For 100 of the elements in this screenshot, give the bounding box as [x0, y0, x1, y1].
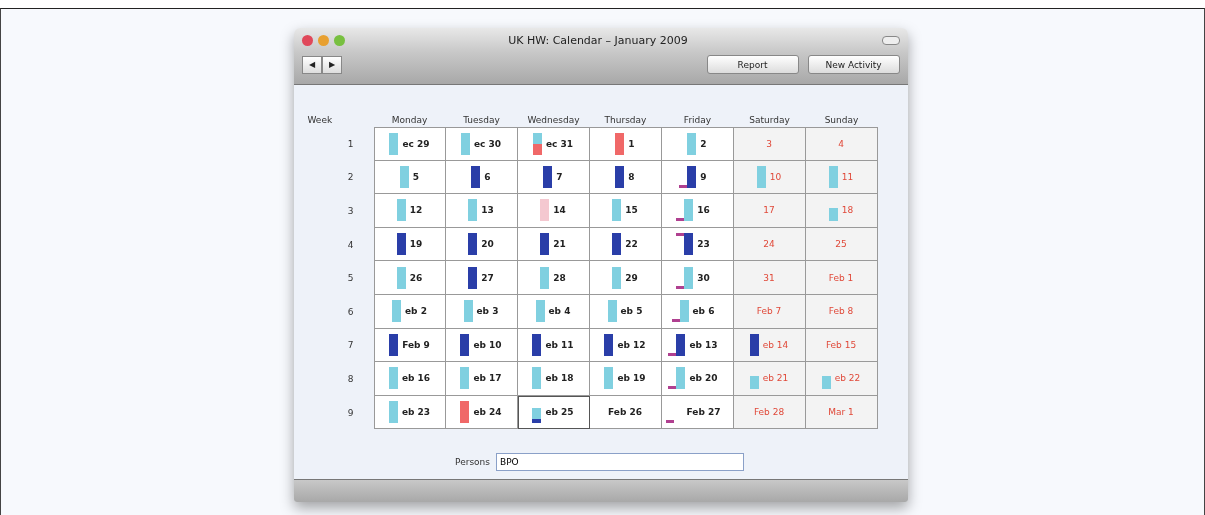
day-label: eb 16	[401, 373, 431, 384]
day-cell[interactable]: 30	[661, 261, 734, 295]
day-label: eb 13	[689, 339, 718, 350]
day-cell[interactable]: Mar 1	[805, 395, 878, 430]
activity-marker	[671, 319, 680, 323]
day-cell[interactable]: ec 31	[517, 127, 590, 161]
toolbar-toggle-button[interactable]	[881, 35, 900, 45]
day-cell[interactable]: Feb 15	[805, 328, 878, 363]
week-number: 3	[346, 205, 355, 218]
day-cell[interactable]: eb 4	[517, 294, 590, 329]
day-cell[interactable]: Feb 1	[805, 261, 878, 295]
day-cell[interactable]: eb 22	[805, 362, 878, 396]
day-cell[interactable]: 1	[589, 127, 662, 161]
day-label: 3	[766, 138, 772, 149]
report-button[interactable]: Report	[706, 55, 799, 74]
day-cell[interactable]: ec 30	[445, 127, 518, 161]
day-cell[interactable]: eb 25	[517, 395, 590, 430]
week-number: 4	[346, 238, 355, 252]
day-label: Mar 1	[828, 407, 854, 418]
day-cell[interactable]: Feb 28	[733, 395, 806, 430]
day-label: eb 22	[834, 373, 861, 384]
day-cell[interactable]: eb 19	[589, 362, 662, 396]
day-cell[interactable]: eb 16	[373, 362, 446, 396]
day-cell[interactable]: 25	[805, 227, 878, 262]
day-label: 27	[481, 272, 494, 283]
day-cell[interactable]: eb 21	[733, 362, 806, 396]
day-cell[interactable]: eb 2	[373, 294, 446, 329]
activity-marker	[676, 285, 685, 289]
day-cell[interactable]: 12	[373, 194, 446, 228]
day-cell[interactable]: 29	[589, 261, 662, 295]
activity-marker	[676, 233, 685, 237]
day-cell[interactable]: 8	[589, 160, 662, 195]
day-cell[interactable]: 22	[589, 227, 662, 262]
day-cell[interactable]: eb 3	[445, 294, 518, 329]
zoom-button[interactable]	[333, 34, 345, 46]
day-cell[interactable]: 7	[517, 160, 590, 195]
next-button[interactable]: ▶	[321, 55, 342, 74]
day-cell[interactable]: Feb 26	[589, 395, 662, 430]
day-cell[interactable]: eb 12	[589, 328, 662, 363]
day-cell[interactable]: eb 23	[373, 395, 446, 430]
day-cell[interactable]: 3	[733, 127, 806, 161]
day-cell[interactable]: eb 6	[661, 294, 734, 329]
day-cell[interactable]: 17	[733, 194, 806, 228]
day-cell[interactable]: Feb 27	[661, 395, 734, 430]
day-cell[interactable]: 4	[805, 127, 878, 161]
day-label: Feb 9	[402, 339, 430, 350]
week-number: 9	[346, 406, 355, 420]
window-title: UK HW: Calendar – January 2009	[507, 33, 689, 47]
new-activity-button[interactable]: New Activity	[807, 55, 900, 74]
day-cell[interactable]: 24	[733, 227, 806, 262]
day-label: 6	[484, 171, 491, 182]
minimize-button[interactable]	[317, 34, 329, 46]
day-label: eb 21	[762, 373, 789, 384]
day-cell[interactable]: 6	[445, 160, 518, 195]
day-cell[interactable]: eb 17	[445, 362, 518, 396]
day-label: eb 4	[548, 306, 571, 317]
day-cell[interactable]: 26	[373, 261, 446, 295]
day-cell[interactable]: eb 13	[661, 328, 734, 363]
day-cell[interactable]: 27	[445, 261, 518, 295]
column-header: Monday	[390, 115, 429, 127]
activity-marker	[679, 184, 688, 188]
day-cell[interactable]: 31	[733, 261, 806, 295]
day-cell[interactable]: Feb 9	[373, 328, 446, 363]
day-cell[interactable]: ec 29	[373, 127, 446, 161]
day-label: 12	[409, 205, 423, 216]
day-cell[interactable]: 18	[805, 194, 878, 228]
day-cell[interactable]: eb 24	[445, 395, 518, 430]
day-cell[interactable]: 10	[733, 160, 806, 195]
day-label: eb 25	[545, 407, 574, 418]
day-cell[interactable]: 28	[517, 261, 590, 295]
day-cell[interactable]: 13	[445, 194, 518, 228]
day-label: eb 14	[762, 339, 789, 350]
day-label: 28	[553, 272, 566, 283]
day-label: eb 19	[617, 373, 646, 384]
day-cell[interactable]: eb 10	[445, 328, 518, 363]
day-cell[interactable]: 2	[661, 127, 734, 161]
day-cell[interactable]: eb 14	[733, 328, 806, 363]
day-cell[interactable]: 20	[445, 227, 518, 262]
day-cell[interactable]: 21	[517, 227, 590, 262]
day-label: 5	[412, 171, 420, 182]
day-cell[interactable]: eb 20	[661, 362, 734, 396]
day-cell[interactable]: 23	[661, 227, 734, 262]
day-cell[interactable]: eb 5	[589, 294, 662, 329]
day-label: 15	[625, 205, 638, 216]
day-cell[interactable]: 19	[373, 227, 446, 262]
day-cell[interactable]: 14	[517, 194, 590, 228]
persons-field[interactable]: BPO	[495, 453, 744, 472]
day-cell[interactable]: 11	[805, 160, 878, 195]
day-cell[interactable]: Feb 8	[805, 294, 878, 329]
column-header: Thursday	[603, 115, 648, 127]
close-button[interactable]	[301, 34, 313, 46]
day-cell[interactable]: Feb 7	[733, 294, 806, 329]
day-cell[interactable]: 16	[661, 194, 734, 228]
day-cell[interactable]: eb 11	[517, 328, 590, 363]
day-cell[interactable]: eb 18	[517, 362, 590, 396]
previous-button[interactable]: ◀	[301, 55, 322, 74]
day-cell[interactable]: 5	[373, 160, 446, 195]
persons-label: Persons	[455, 457, 490, 468]
day-cell[interactable]: 9	[661, 160, 734, 195]
day-cell[interactable]: 15	[589, 194, 662, 228]
